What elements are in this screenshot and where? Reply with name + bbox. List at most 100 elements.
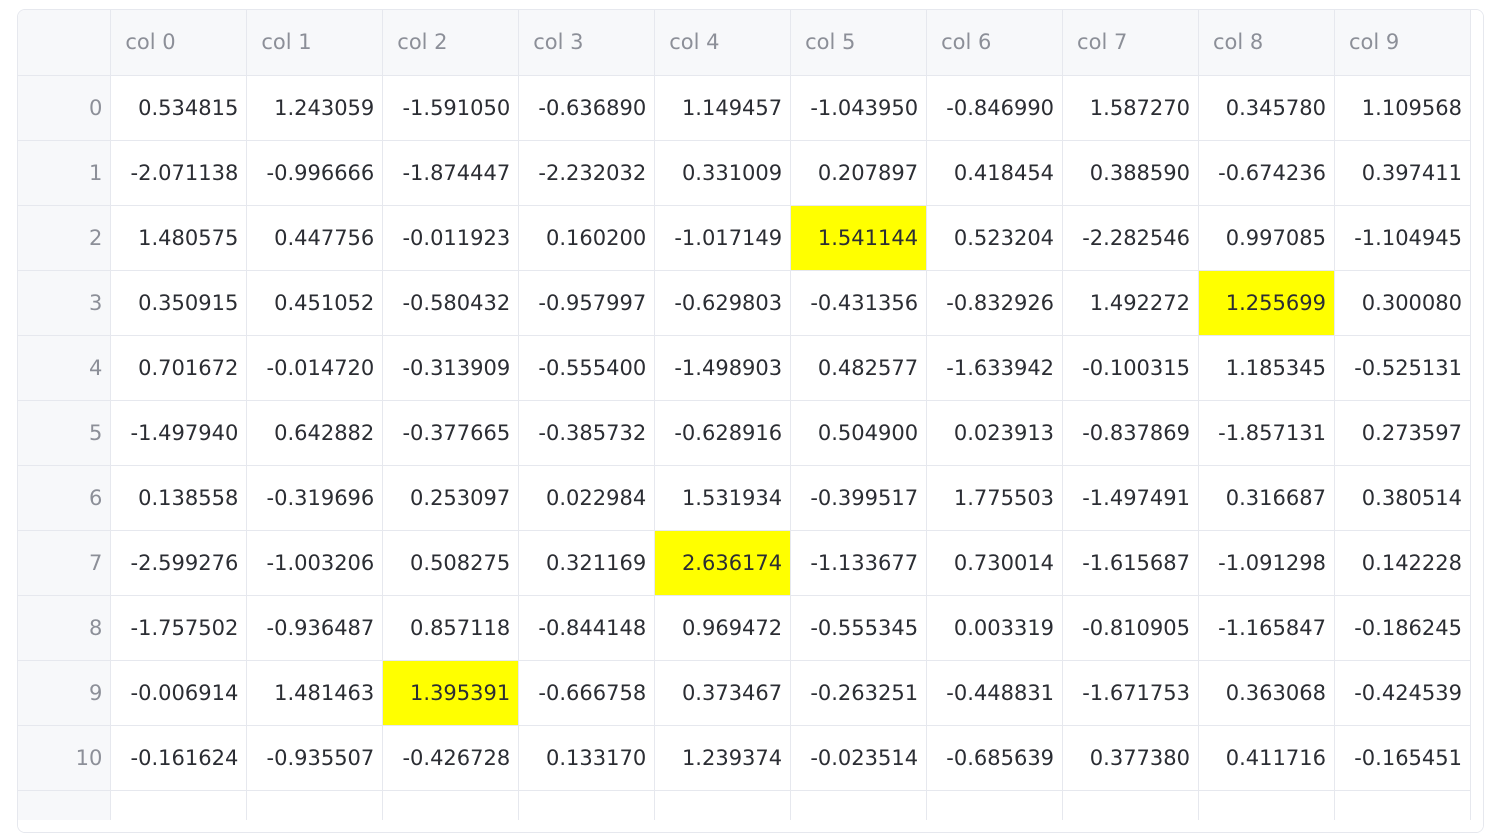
column-header-col-4[interactable]: col 4 bbox=[654, 10, 792, 76]
table-cell[interactable]: -0.399517 bbox=[790, 465, 928, 531]
table-cell[interactable]: -1.165847 bbox=[1198, 595, 1335, 661]
table-cell[interactable]: -0.385732 bbox=[518, 400, 656, 466]
table-cell[interactable]: 0.321169 bbox=[518, 530, 656, 596]
table-cell[interactable]: 1.243059 bbox=[246, 75, 384, 141]
table-cell[interactable]: -2.599276 bbox=[110, 530, 248, 596]
column-header-col-6[interactable]: col 6 bbox=[926, 10, 1064, 76]
column-header-col-9[interactable]: col 9 bbox=[1334, 10, 1471, 76]
table-cell[interactable]: 0.730014 bbox=[926, 530, 1064, 596]
table-cell[interactable]: -0.629803 bbox=[654, 270, 792, 336]
table-cell[interactable]: 1.149457 bbox=[654, 75, 792, 141]
table-cell[interactable]: 0.253097 bbox=[382, 465, 520, 531]
table-cell[interactable]: 0.207897 bbox=[790, 140, 928, 206]
table-cell[interactable]: 1.185345 bbox=[1198, 335, 1335, 401]
table-cell[interactable]: -0.525131 bbox=[1334, 335, 1471, 401]
table-cell[interactable]: 0.997085 bbox=[1198, 205, 1335, 271]
table-cell[interactable]: -0.023514 bbox=[790, 725, 928, 791]
table-cell[interactable]: 0.451052 bbox=[246, 270, 384, 336]
highlighted-cell[interactable]: 1.541144 bbox=[790, 205, 928, 271]
table-cell[interactable]: 0.418454 bbox=[926, 140, 1064, 206]
table-cell[interactable]: 0.160200 bbox=[518, 205, 656, 271]
table-cell[interactable]: -0.014720 bbox=[246, 335, 384, 401]
table-cell[interactable]: 0.388590 bbox=[1062, 140, 1199, 206]
table-cell[interactable]: -1.104945 bbox=[1334, 205, 1471, 271]
table-cell[interactable]: 0.447756 bbox=[246, 205, 384, 271]
column-header-col-2[interactable]: col 2 bbox=[382, 10, 520, 76]
highlighted-cell[interactable]: 2.636174 bbox=[654, 530, 792, 596]
table-cell[interactable]: 0.380514 bbox=[1334, 465, 1471, 531]
table-cell[interactable]: -0.377665 bbox=[382, 400, 520, 466]
table-cell[interactable]: 1.239374 bbox=[654, 725, 792, 791]
table-cell[interactable]: -0.555400 bbox=[518, 335, 656, 401]
table-cell[interactable]: 0.534815 bbox=[110, 75, 248, 141]
table-cell[interactable]: 0.022984 bbox=[518, 465, 656, 531]
table-viewport[interactable]: col 0 col 1 col 2 col 3 col 4 col 5 col … bbox=[18, 10, 1471, 820]
horizontal-scrollbar[interactable] bbox=[18, 820, 1483, 832]
table-cell[interactable]: -0.832926 bbox=[926, 270, 1064, 336]
table-cell[interactable]: 0.350915 bbox=[110, 270, 248, 336]
table-cell[interactable]: 1.775503 bbox=[926, 465, 1064, 531]
table-cell[interactable]: 0.273597 bbox=[1334, 400, 1471, 466]
table-cell[interactable]: -0.580432 bbox=[382, 270, 520, 336]
table-cell[interactable]: -0.957997 bbox=[518, 270, 656, 336]
table-cell[interactable]: -1.091298 bbox=[1198, 530, 1335, 596]
column-header-col-1[interactable]: col 1 bbox=[246, 10, 384, 76]
table-cell[interactable]: 0.482577 bbox=[790, 335, 928, 401]
table-cell[interactable]: -0.100315 bbox=[1062, 335, 1199, 401]
table-cell[interactable]: -2.232032 bbox=[518, 140, 656, 206]
table-cell[interactable]: 1.492272 bbox=[1062, 270, 1199, 336]
column-header-col-8[interactable]: col 8 bbox=[1198, 10, 1335, 76]
table-cell[interactable]: 0.142228 bbox=[1334, 530, 1471, 596]
table-cell[interactable]: -0.810905 bbox=[1062, 595, 1199, 661]
table-cell[interactable]: 0.373467 bbox=[654, 660, 792, 726]
table-cell[interactable]: 0.023913 bbox=[926, 400, 1064, 466]
table-cell[interactable]: 0.969472 bbox=[654, 595, 792, 661]
table-cell[interactable]: -0.555345 bbox=[790, 595, 928, 661]
table-cell[interactable]: -0.628916 bbox=[654, 400, 792, 466]
table-cell[interactable]: 0.508275 bbox=[382, 530, 520, 596]
table-cell[interactable]: -1.757502 bbox=[110, 595, 248, 661]
table-cell[interactable]: -0.424539 bbox=[1334, 660, 1471, 726]
highlighted-cell[interactable]: 1.255699 bbox=[1198, 270, 1335, 336]
table-cell[interactable]: 0.345780 bbox=[1198, 75, 1335, 141]
table-cell[interactable]: -0.674236 bbox=[1198, 140, 1335, 206]
table-cell[interactable]: 0.300080 bbox=[1334, 270, 1471, 336]
vertical-scrollbar[interactable] bbox=[1471, 10, 1483, 832]
table-cell[interactable]: -0.011923 bbox=[382, 205, 520, 271]
column-header-col-0[interactable]: col 0 bbox=[110, 10, 248, 76]
table-cell[interactable]: -1.857131 bbox=[1198, 400, 1335, 466]
column-header-col-3[interactable]: col 3 bbox=[518, 10, 656, 76]
table-cell[interactable]: -1.633942 bbox=[926, 335, 1064, 401]
table-cell[interactable]: -0.165451 bbox=[1334, 725, 1471, 791]
highlighted-cell[interactable]: 1.395391 bbox=[382, 660, 520, 726]
table-cell[interactable]: -1.615687 bbox=[1062, 530, 1199, 596]
table-cell[interactable]: 0.504900 bbox=[790, 400, 928, 466]
table-cell[interactable]: -0.636890 bbox=[518, 75, 656, 141]
table-cell[interactable]: -0.846990 bbox=[926, 75, 1064, 141]
table-cell[interactable]: 0.316687 bbox=[1198, 465, 1335, 531]
table-cell[interactable]: -0.186245 bbox=[1334, 595, 1471, 661]
table-cell[interactable]: 0.138558 bbox=[110, 465, 248, 531]
column-header-col-5[interactable]: col 5 bbox=[790, 10, 928, 76]
table-cell[interactable]: -1.874447 bbox=[382, 140, 520, 206]
table-cell[interactable]: -0.844148 bbox=[518, 595, 656, 661]
table-cell[interactable]: -0.313909 bbox=[382, 335, 520, 401]
table-cell[interactable]: 0.331009 bbox=[654, 140, 792, 206]
table-cell[interactable]: -1.017149 bbox=[654, 205, 792, 271]
table-cell[interactable]: 0.523204 bbox=[926, 205, 1064, 271]
table-cell[interactable]: 1.531934 bbox=[654, 465, 792, 531]
table-cell[interactable]: -0.161624 bbox=[110, 725, 248, 791]
table-cell[interactable]: 1.481463 bbox=[246, 660, 384, 726]
table-cell[interactable]: -0.431356 bbox=[790, 270, 928, 336]
table-cell[interactable]: -0.448831 bbox=[926, 660, 1064, 726]
table-cell[interactable]: -0.006914 bbox=[110, 660, 248, 726]
table-cell[interactable]: -0.837869 bbox=[1062, 400, 1199, 466]
table-cell[interactable]: -0.666758 bbox=[518, 660, 656, 726]
column-header-col-7[interactable]: col 7 bbox=[1062, 10, 1199, 76]
table-cell[interactable]: 0.133170 bbox=[518, 725, 656, 791]
table-cell[interactable]: 1.109568 bbox=[1334, 75, 1471, 141]
table-cell[interactable]: -1.497491 bbox=[1062, 465, 1199, 531]
table-cell[interactable]: 1.480575 bbox=[110, 205, 248, 271]
table-cell[interactable]: 1.587270 bbox=[1062, 75, 1199, 141]
table-cell[interactable]: -2.071138 bbox=[110, 140, 248, 206]
